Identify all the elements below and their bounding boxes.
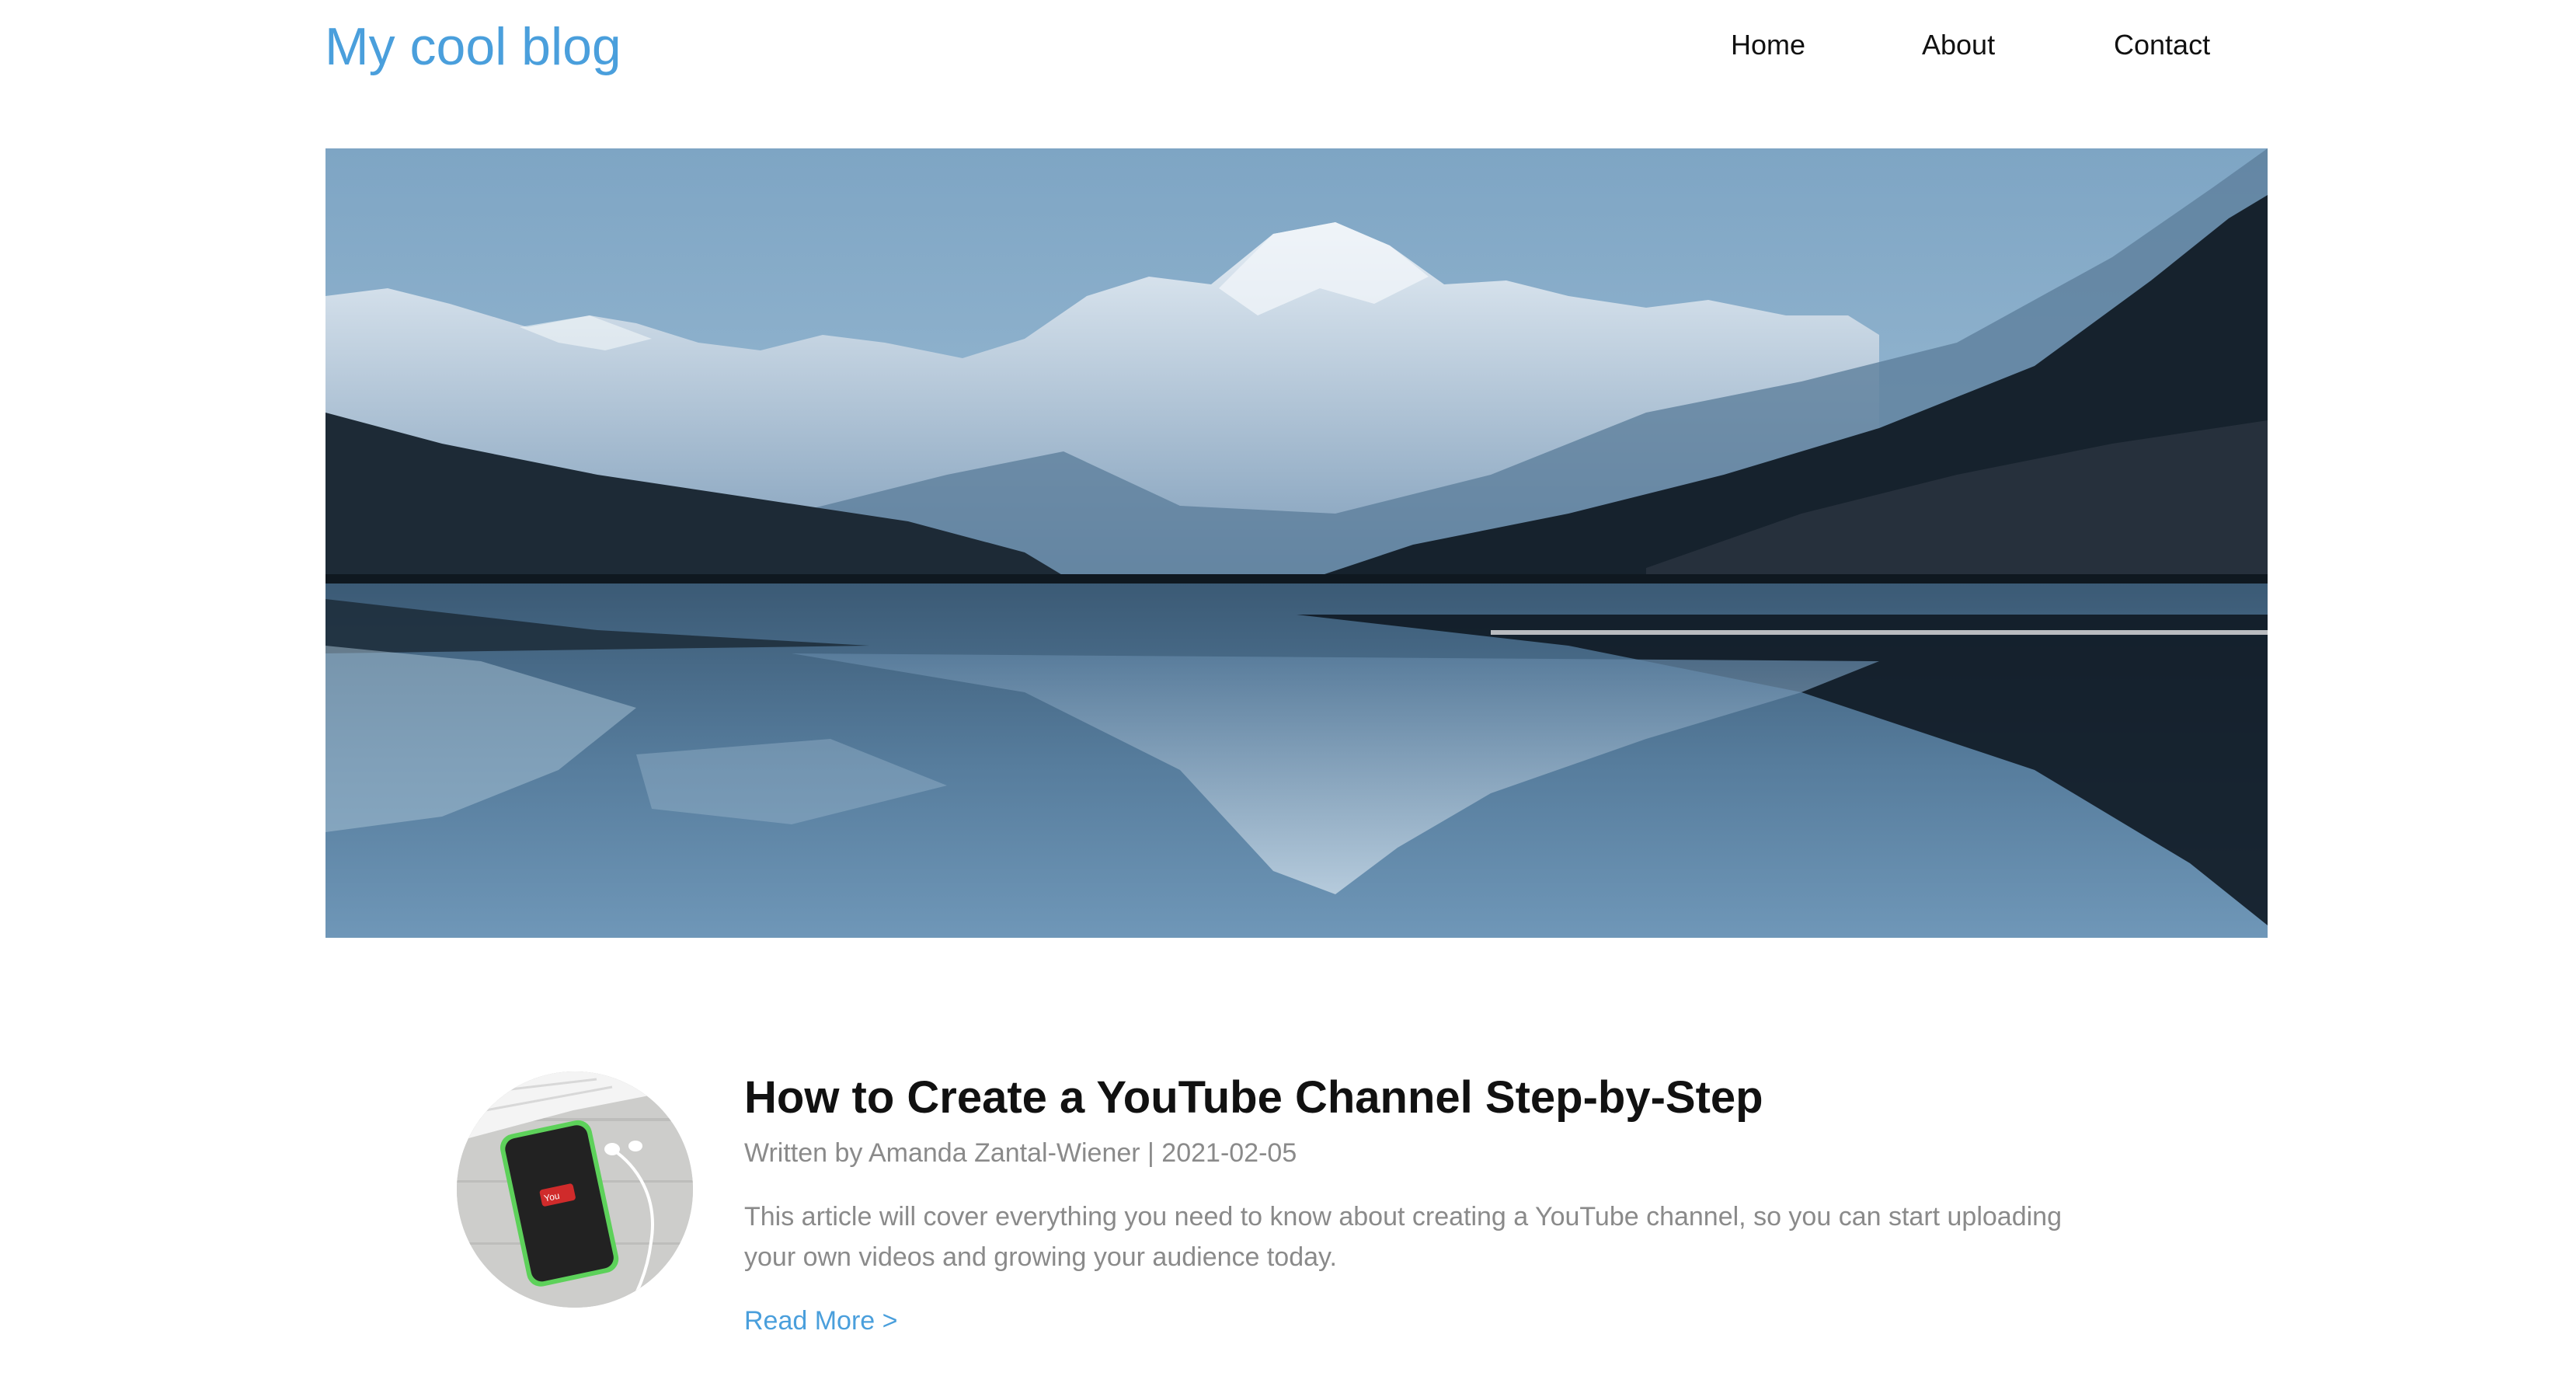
phone-youtube-image: You (457, 1071, 693, 1308)
mountain-lake-image (325, 148, 2268, 938)
page: My cool blog Home About Contact You How … (0, 0, 2576, 1383)
nav-link-contact[interactable]: Contact (2114, 23, 2210, 67)
hero-image (325, 148, 2268, 938)
nav-link-about[interactable]: About (1922, 23, 1995, 67)
post-meta: Written by Amanda Zantal-Wiener | 2021-0… (744, 1138, 1297, 1168)
post-excerpt: This article will cover everything you n… (744, 1202, 2062, 1272)
main-nav: Home About Contact (0, 23, 2576, 67)
post-thumbnail[interactable]: You (457, 1071, 693, 1308)
post-title[interactable]: How to Create a YouTube Channel Step-by-… (744, 1063, 1763, 1133)
nav-link-home[interactable]: Home (1731, 23, 1805, 67)
read-more-link[interactable]: Read More > (744, 1301, 898, 1341)
